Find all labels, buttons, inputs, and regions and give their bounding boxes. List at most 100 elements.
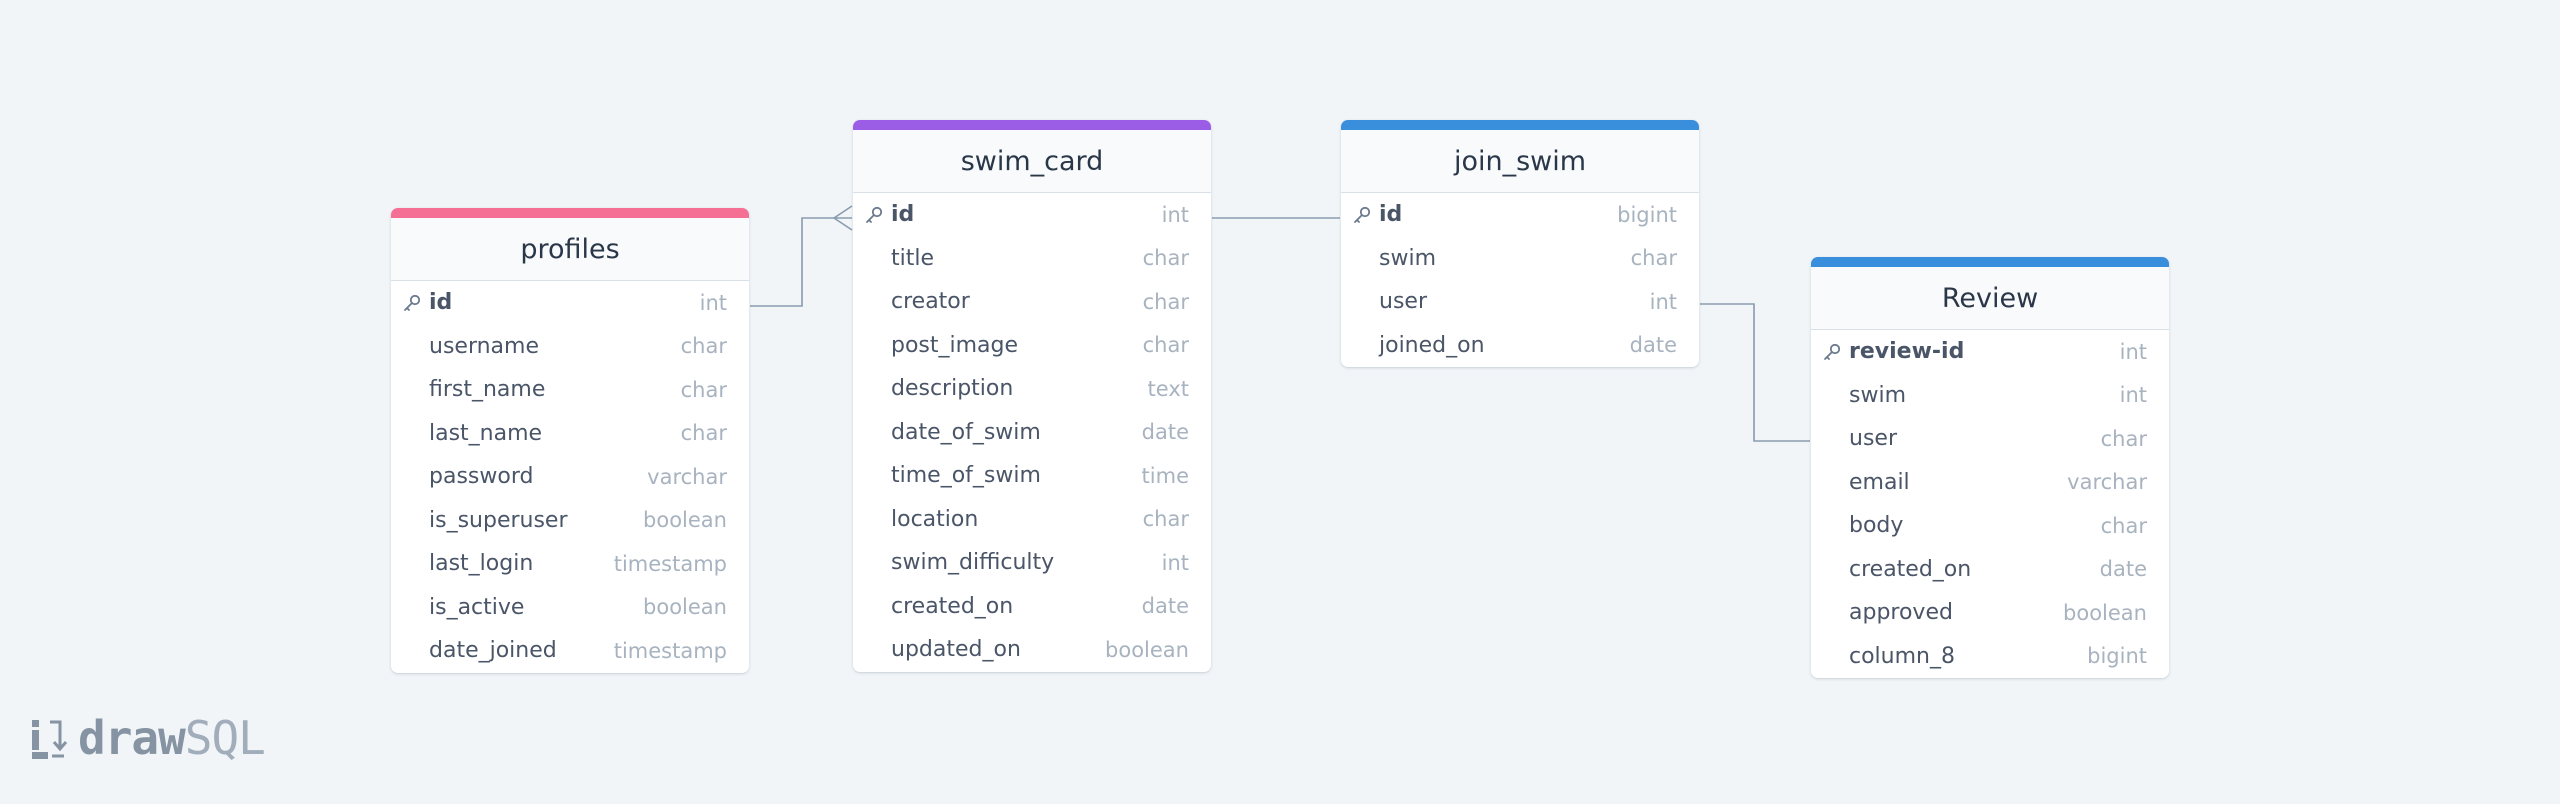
field-name: is_active <box>429 594 525 620</box>
field-type: varchar <box>647 464 727 489</box>
field-type: int <box>2119 383 2147 408</box>
field-row-approved[interactable]: approved boolean <box>1811 591 2169 635</box>
primary-key-icon <box>864 205 884 225</box>
field-row-creator[interactable]: creator char <box>853 280 1211 324</box>
field-type: date <box>2099 557 2147 582</box>
field-type: char <box>1142 507 1189 532</box>
field-name: user <box>1849 426 1897 452</box>
drawsql-logo-icon <box>32 720 68 759</box>
field-name: is_superuser <box>429 507 568 533</box>
field-row-title[interactable]: title char <box>853 237 1211 281</box>
field-type: boolean <box>2063 600 2147 625</box>
field-list: id int username char first_name char last_name… <box>391 281 749 673</box>
field-row-swim[interactable]: swim int <box>1811 374 2169 418</box>
field-row-password[interactable]: password varchar <box>391 455 749 499</box>
field-type: int <box>1161 202 1189 227</box>
logo-text-draw: draw <box>78 711 186 765</box>
table-title: Review <box>1811 267 2169 330</box>
field-type: char <box>2100 426 2147 451</box>
field-row-time_of_swim[interactable]: time_of_swim time <box>853 454 1211 498</box>
field-name: review-id <box>1849 339 1965 365</box>
field-type: char <box>1142 246 1189 271</box>
field-row-username[interactable]: username char <box>391 325 749 369</box>
field-list: id bigint swim char user int joined_on date <box>1341 193 1699 367</box>
field-row-first_name[interactable]: first_name char <box>391 368 749 412</box>
field-name: approved <box>1849 600 1953 626</box>
field-list: review-id int swim int user char email varchar b… <box>1811 330 2169 678</box>
field-name: updated_on <box>891 637 1021 663</box>
table-title: profiles <box>391 218 749 281</box>
field-row-id[interactable]: id int <box>391 281 749 325</box>
field-type: bigint <box>2087 644 2147 669</box>
table-review[interactable]: Review review-id int swim int user char email v… <box>1811 257 2169 678</box>
field-type: text <box>1147 376 1189 401</box>
field-row-swim[interactable]: swim char <box>1341 237 1699 281</box>
field-name: created_on <box>1849 556 1972 582</box>
field-name: location <box>891 506 979 532</box>
table-swim-card[interactable]: swim_card id int title char creator char post_… <box>853 120 1211 672</box>
field-type: char <box>1142 289 1189 314</box>
field-row-created_on[interactable]: created_on date <box>1811 548 2169 592</box>
field-name: username <box>429 333 539 359</box>
field-row-is_superuser[interactable]: is_superuser boolean <box>391 499 749 543</box>
field-type: boolean <box>643 508 727 533</box>
field-row-joined_on[interactable]: joined_on date <box>1341 324 1699 368</box>
field-type: timestamp <box>613 551 727 576</box>
field-row-date_of_swim[interactable]: date_of_swim date <box>853 411 1211 455</box>
field-name: swim_difficulty <box>891 550 1055 576</box>
field-row-user[interactable]: user char <box>1811 417 2169 461</box>
field-row-date_joined[interactable]: date_joined timestamp <box>391 629 749 673</box>
field-row-last_login[interactable]: last_login timestamp <box>391 542 749 586</box>
field-row-post_image[interactable]: post_image char <box>853 324 1211 368</box>
field-type: boolean <box>1105 637 1189 662</box>
field-type: date <box>1141 420 1189 445</box>
relation-profiles-swim-card[interactable] <box>750 217 852 307</box>
field-list: id int title char creator char post_image char d… <box>853 193 1211 672</box>
field-name: first_name <box>429 377 546 403</box>
field-type: int <box>1649 289 1677 314</box>
field-row-user[interactable]: user int <box>1341 280 1699 324</box>
field-row-email[interactable]: email varchar <box>1811 461 2169 505</box>
field-name: last_login <box>429 551 534 577</box>
table-title: join_swim <box>1341 130 1699 193</box>
field-row-location[interactable]: location char <box>853 498 1211 542</box>
field-row-last_name[interactable]: last_name char <box>391 412 749 456</box>
field-row-column_8[interactable]: column_8 bigint <box>1811 635 2169 679</box>
field-type: char <box>1630 246 1677 271</box>
field-name: creator <box>891 289 970 315</box>
table-profiles[interactable]: profiles id int username char first_name char… <box>391 208 749 673</box>
field-row-id[interactable]: id bigint <box>1341 193 1699 237</box>
field-row-review-id[interactable]: review-id int <box>1811 330 2169 374</box>
field-name: body <box>1849 513 1904 539</box>
crows-foot-icon <box>833 205 853 231</box>
field-row-id[interactable]: id int <box>853 193 1211 237</box>
field-row-updated_on[interactable]: updated_on boolean <box>853 628 1211 672</box>
field-row-created_on[interactable]: created_on date <box>853 585 1211 629</box>
field-type: int <box>1161 550 1189 575</box>
field-name: column_8 <box>1849 643 1955 669</box>
field-type: char <box>1142 333 1189 358</box>
field-type: bigint <box>1617 202 1677 227</box>
drawsql-logo[interactable]: draw SQL <box>30 711 266 765</box>
primary-key-icon <box>1822 342 1842 362</box>
field-name: id <box>1379 202 1403 228</box>
field-name: post_image <box>891 332 1019 358</box>
field-row-is_active[interactable]: is_active boolean <box>391 586 749 630</box>
field-name: created_on <box>891 593 1014 619</box>
field-type: char <box>2100 513 2147 538</box>
field-row-swim_difficulty[interactable]: swim_difficulty int <box>853 541 1211 585</box>
field-name: title <box>891 245 935 271</box>
field-type: char <box>680 377 727 402</box>
field-type: char <box>680 421 727 446</box>
field-row-body[interactable]: body char <box>1811 504 2169 548</box>
field-name: id <box>429 290 453 316</box>
field-name: joined_on <box>1379 332 1485 358</box>
table-join-swim[interactable]: join_swim id bigint swim char user int joined_… <box>1341 120 1699 367</box>
logo-text-sql: SQL <box>184 711 266 765</box>
field-name: date_of_swim <box>891 419 1041 445</box>
field-row-description[interactable]: description text <box>853 367 1211 411</box>
field-name: swim <box>1849 382 1906 408</box>
relation-join-swim-review[interactable] <box>1700 303 1810 442</box>
field-type: char <box>680 334 727 359</box>
field-name: swim <box>1379 245 1436 271</box>
